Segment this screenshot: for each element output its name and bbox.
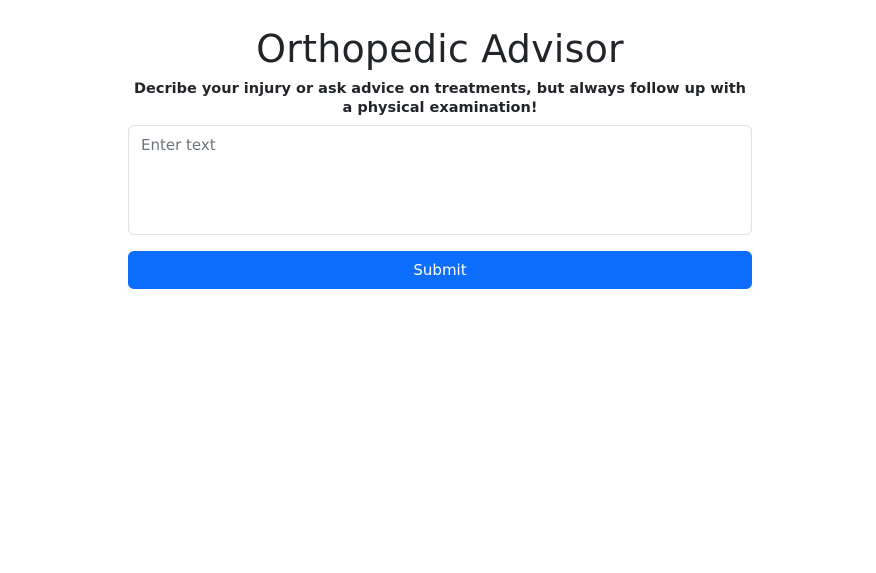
page-subtitle: Decribe your injury or ask advice on tre… bbox=[134, 81, 746, 116]
submit-button[interactable]: Submit bbox=[128, 251, 752, 289]
main-container: Orthopedic Advisor Decribe your injury o… bbox=[128, 0, 752, 289]
page-title: Orthopedic Advisor bbox=[256, 27, 624, 71]
question-input[interactable] bbox=[128, 125, 752, 235]
